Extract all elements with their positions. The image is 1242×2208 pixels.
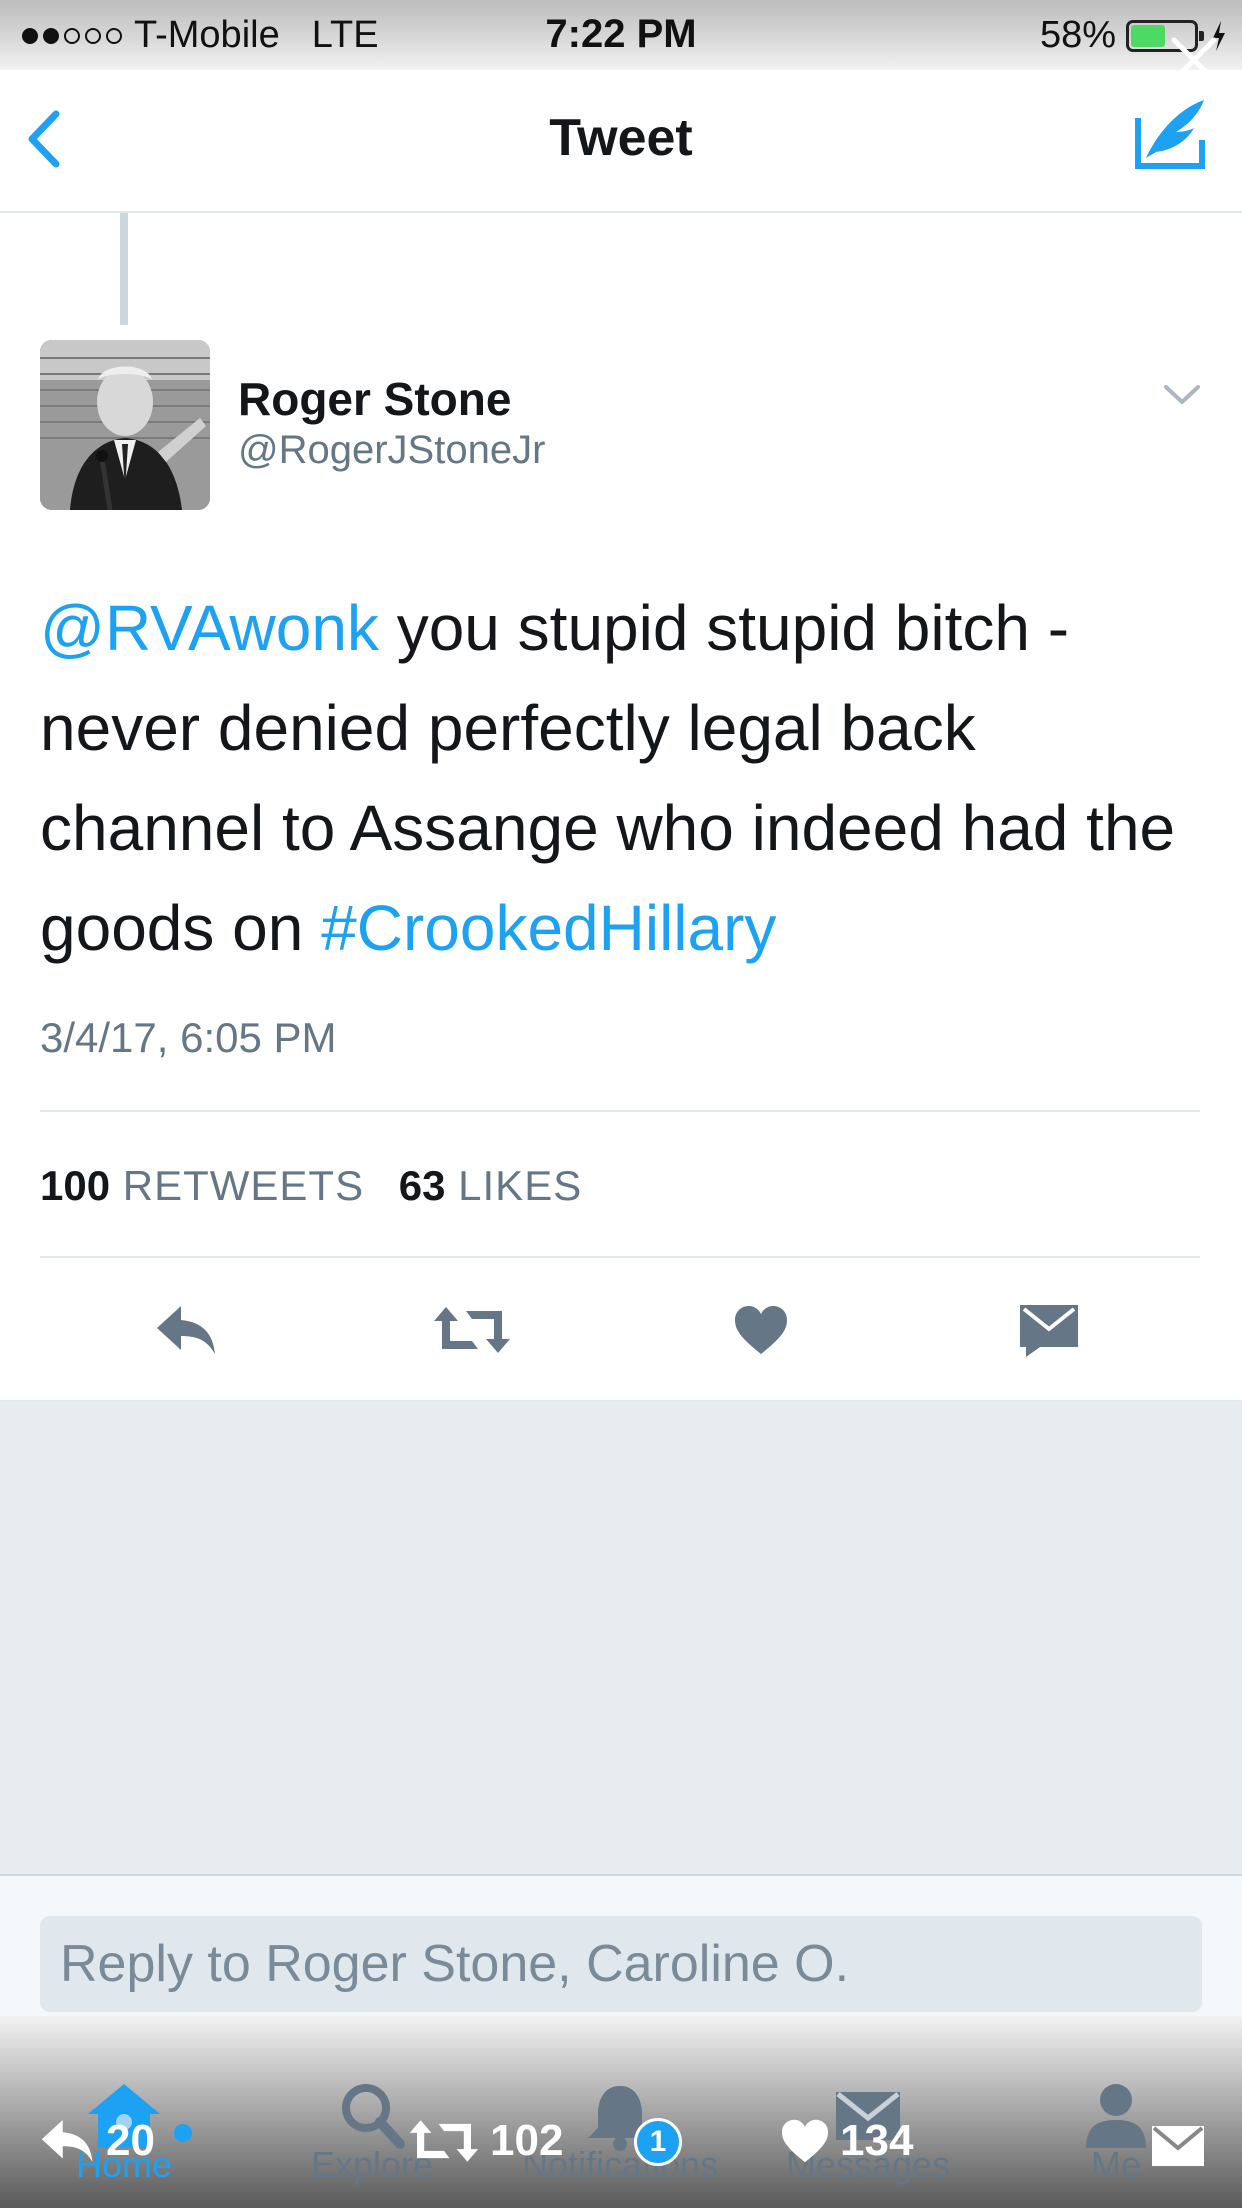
direct-message-button[interactable] bbox=[1009, 1290, 1089, 1370]
overlay-reply-button[interactable]: 20 bbox=[40, 2116, 155, 2166]
reply-button[interactable] bbox=[147, 1290, 227, 1370]
envelope-icon bbox=[1020, 1305, 1078, 1357]
heart-icon bbox=[735, 1306, 787, 1354]
overlay-like-button[interactable]: 134 bbox=[780, 2116, 913, 2166]
reply-icon bbox=[157, 1306, 215, 1354]
heart-icon bbox=[782, 2119, 828, 2163]
compose-tweet-icon[interactable] bbox=[1132, 96, 1208, 172]
reply-input[interactable] bbox=[40, 1916, 1202, 2012]
tweet-text: @RVAwonk you stupid stupid bitch - never… bbox=[40, 578, 1200, 978]
overlay-like-count: 134 bbox=[840, 2116, 914, 2165]
retweet-icon bbox=[434, 1307, 510, 1353]
page-title: Tweet bbox=[549, 109, 693, 167]
chevron-down-icon[interactable] bbox=[1162, 382, 1202, 408]
author-name[interactable]: Roger Stone bbox=[238, 372, 511, 426]
battery-percent: 58% bbox=[1039, 14, 1116, 56]
divider bbox=[40, 1110, 1200, 1112]
like-button[interactable] bbox=[721, 1290, 801, 1370]
overlay-retweet-count: 102 bbox=[490, 2116, 564, 2165]
thread-connector-line bbox=[120, 213, 128, 325]
reply-icon bbox=[41, 2120, 93, 2162]
overlay-retweet-button[interactable]: 102 bbox=[408, 2116, 563, 2166]
nav-bar: Tweet bbox=[0, 70, 1242, 213]
tweet-timestamp: 3/4/17, 6:05 PM bbox=[40, 1014, 337, 1061]
retweet-label[interactable]: RETWEETS bbox=[123, 1162, 364, 1209]
envelope-icon[interactable] bbox=[1150, 2124, 1206, 2168]
reply-bar bbox=[0, 1876, 1242, 2016]
like-count[interactable]: 63 bbox=[399, 1162, 446, 1209]
overlay-reply-count: 20 bbox=[106, 2116, 155, 2165]
tweet-stats: 100 RETWEETS 63 LIKES bbox=[40, 1162, 582, 1210]
mention-link[interactable]: @RVAwonk bbox=[40, 592, 379, 664]
hashtag-link[interactable]: #CrookedHillary bbox=[321, 892, 776, 964]
like-label[interactable]: LIKES bbox=[458, 1162, 582, 1209]
retweet-button[interactable] bbox=[432, 1290, 512, 1370]
tweet-actions bbox=[0, 1290, 1242, 1370]
divider bbox=[40, 1256, 1200, 1258]
retweet-count[interactable]: 100 bbox=[40, 1162, 110, 1209]
author-handle[interactable]: @RogerJStoneJr bbox=[238, 428, 545, 473]
overlay-actions: 20 102 134 bbox=[0, 2110, 1242, 2180]
avatar[interactable] bbox=[40, 340, 210, 510]
replies-area bbox=[0, 1402, 1242, 1876]
retweet-icon bbox=[409, 2120, 479, 2162]
status-bar: T-Mobile LTE 7:22 PM 58% bbox=[0, 0, 1242, 83]
